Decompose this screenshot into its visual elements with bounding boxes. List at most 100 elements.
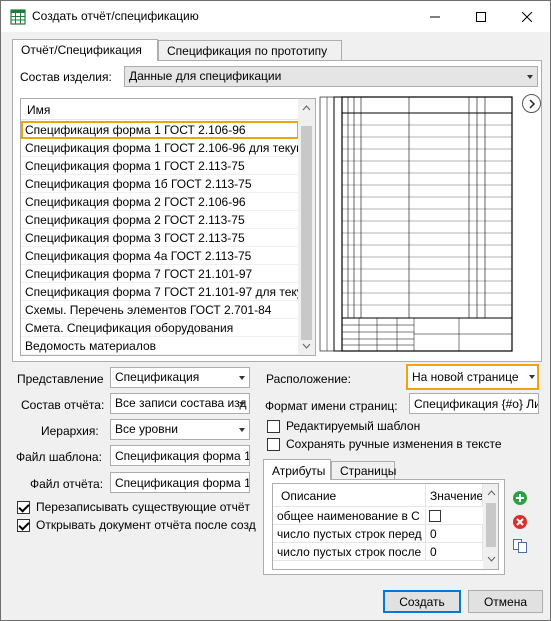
list-item[interactable]: Спецификация форма 2 ГОСТ 2.113-75 xyxy=(21,211,299,229)
composition-label: Состав изделия: xyxy=(20,70,112,84)
hierarchy-value: Все уровни xyxy=(115,422,178,436)
row-description: общее наименование в С xyxy=(273,507,426,525)
list-item[interactable]: Спецификация форма 1б ГОСТ 2.113-75 xyxy=(21,175,299,193)
chevron-down-icon xyxy=(527,75,533,79)
grid-header-value[interactable]: Значение xyxy=(426,484,483,506)
template-preview xyxy=(319,93,515,356)
template-list: Имя Спецификация форма 1 ГОСТ 2.106-96 С… xyxy=(20,98,316,356)
row-description: число пустых строк после xyxy=(273,543,426,561)
report-file-input[interactable]: Спецификация форма 1 xyxy=(110,472,250,493)
tab-label: Атрибуты xyxy=(272,464,326,478)
list-item[interactable]: Смета. Спецификация оборудования xyxy=(21,319,299,337)
list-item[interactable]: Спецификация форма 2 ГОСТ 2.106-96 xyxy=(21,193,299,211)
grid-header-description[interactable]: Описание xyxy=(273,484,426,506)
list-item[interactable]: Ведомость материалов xyxy=(21,337,299,355)
delete-attribute-button[interactable] xyxy=(512,514,528,530)
cancel-button[interactable]: Отмена xyxy=(468,590,543,613)
table-row[interactable]: число пустых строк перед 0 xyxy=(273,524,483,543)
close-button[interactable] xyxy=(504,1,550,32)
composition-select[interactable]: Данные для спецификации xyxy=(124,66,538,87)
hierarchy-select[interactable]: Все уровни xyxy=(110,419,250,440)
delete-icon xyxy=(513,515,527,529)
next-preview-button[interactable] xyxy=(522,94,541,113)
page-name-format-label: Формат имени страниц: xyxy=(265,399,398,413)
row-value[interactable]: 0 xyxy=(426,543,483,561)
table-app-icon xyxy=(10,9,26,28)
maximize-icon xyxy=(476,11,486,22)
report-composition-select[interactable]: Все записи состава изд xyxy=(110,393,250,414)
list-item[interactable]: Спецификация форма 1 ГОСТ 2.106-96 для т… xyxy=(21,139,299,157)
tab-label: Отчёт/Спецификация xyxy=(21,43,142,57)
copy-icon xyxy=(513,539,527,553)
page-name-format-input[interactable]: Спецификация {#o} Ли xyxy=(409,393,539,414)
view-value: Спецификация xyxy=(115,370,200,384)
list-item[interactable]: Спецификация форма 7 ГОСТ 21.101-97 xyxy=(21,265,299,283)
tab-spec-by-prototype[interactable]: Спецификация по прототипу xyxy=(158,40,342,62)
plus-icon xyxy=(513,491,527,505)
list-item[interactable]: Спецификация форма 1 ГОСТ 2.113-75 xyxy=(21,157,299,175)
open-after-label: Открывать документ отчёта после созд xyxy=(36,518,256,532)
scroll-up-icon[interactable] xyxy=(487,490,496,496)
view-label: Представление xyxy=(17,372,104,386)
row-value[interactable]: 0 xyxy=(426,525,483,543)
table-row[interactable]: число пустых строк после 0 xyxy=(273,542,483,561)
tab-report-specification[interactable]: Отчёт/Спецификация xyxy=(12,39,158,61)
row-value-checkbox[interactable] xyxy=(429,510,441,522)
scroll-up-icon[interactable] xyxy=(302,105,311,111)
composition-value: Данные для спецификации xyxy=(129,69,282,83)
placement-value: На новой странице xyxy=(412,370,519,384)
keep-manual-changes-checkbox[interactable] xyxy=(267,438,280,451)
list-item[interactable]: Спецификация форма 1 ГОСТ 2.106-96 xyxy=(21,121,299,139)
attributes-grid: Описание Значение общее наименование в С… xyxy=(272,483,499,570)
list-scrollbar[interactable] xyxy=(298,99,315,355)
tab-label: Спецификация по прототипу xyxy=(167,44,328,58)
add-attribute-button[interactable] xyxy=(512,490,528,506)
tab-pages[interactable]: Страницы xyxy=(331,461,397,480)
overwrite-checkbox[interactable] xyxy=(17,501,30,514)
list-header-name[interactable]: Имя xyxy=(21,99,299,120)
open-after-checkbox[interactable] xyxy=(17,519,30,532)
scrollbar-thumb[interactable] xyxy=(486,503,496,547)
list-item[interactable]: Спецификация форма 3 ГОСТ 2.113-75 xyxy=(21,229,299,247)
create-button[interactable]: Создать xyxy=(383,590,461,613)
spec-form-preview-image xyxy=(319,96,513,352)
placement-select[interactable]: На новой странице xyxy=(406,364,539,390)
tab-attributes[interactable]: Атрибуты xyxy=(263,459,331,480)
overwrite-label: Перезаписывать существующие отчёт xyxy=(36,500,251,514)
report-composition-label: Состав отчёта: xyxy=(21,398,105,412)
scroll-down-icon[interactable] xyxy=(487,556,496,562)
chevron-down-icon[interactable] xyxy=(529,375,535,379)
chevron-down-icon xyxy=(239,376,245,380)
minimize-button[interactable] xyxy=(412,1,458,32)
tab-label: Страницы xyxy=(340,464,397,478)
keep-manual-changes-label: Сохранять ручные изменения в тексте xyxy=(286,437,502,451)
table-row[interactable]: общее наименование в С xyxy=(273,506,483,525)
title-bar: Создать отчёт/спецификацию xyxy=(1,1,550,32)
scrollbar-thumb[interactable] xyxy=(301,126,312,340)
grid-scrollbar[interactable] xyxy=(483,484,498,569)
chevron-down-icon xyxy=(239,402,245,406)
hierarchy-label: Иерархия: xyxy=(41,424,99,438)
list-item[interactable]: Спецификация форма 4а ГОСТ 2.113-75 xyxy=(21,247,299,265)
placement-label: Расположение: xyxy=(266,372,351,386)
row-description: число пустых строк перед xyxy=(273,525,426,543)
chevron-down-icon xyxy=(239,428,245,432)
view-select[interactable]: Спецификация xyxy=(110,367,250,388)
editable-template-label: Редактируемый шаблон xyxy=(286,419,421,433)
maximize-button[interactable] xyxy=(458,1,504,32)
window-title: Создать отчёт/спецификацию xyxy=(32,9,199,23)
report-file-label: Файл отчёта: xyxy=(30,477,104,491)
table-row[interactable] xyxy=(273,560,483,569)
editable-template-checkbox[interactable] xyxy=(267,420,280,433)
list-item[interactable]: Спецификация форма 7 ГОСТ 21.101-97 для … xyxy=(21,283,299,301)
template-file-label: Файл шаблона: xyxy=(16,450,102,464)
report-composition-value: Все записи состава изд xyxy=(115,396,247,410)
chevron-right-icon xyxy=(529,99,536,109)
minimize-icon xyxy=(430,16,440,17)
scroll-down-icon[interactable] xyxy=(302,343,311,349)
template-file-input[interactable]: Спецификация форма 1 xyxy=(110,445,250,466)
copy-attribute-button[interactable] xyxy=(512,538,528,554)
dialog-window: Создать отчёт/спецификацию Отчёт/Специфи… xyxy=(0,0,551,621)
close-icon xyxy=(522,11,532,22)
list-item[interactable]: Схемы. Перечень элементов ГОСТ 2.701-84 xyxy=(21,301,299,319)
